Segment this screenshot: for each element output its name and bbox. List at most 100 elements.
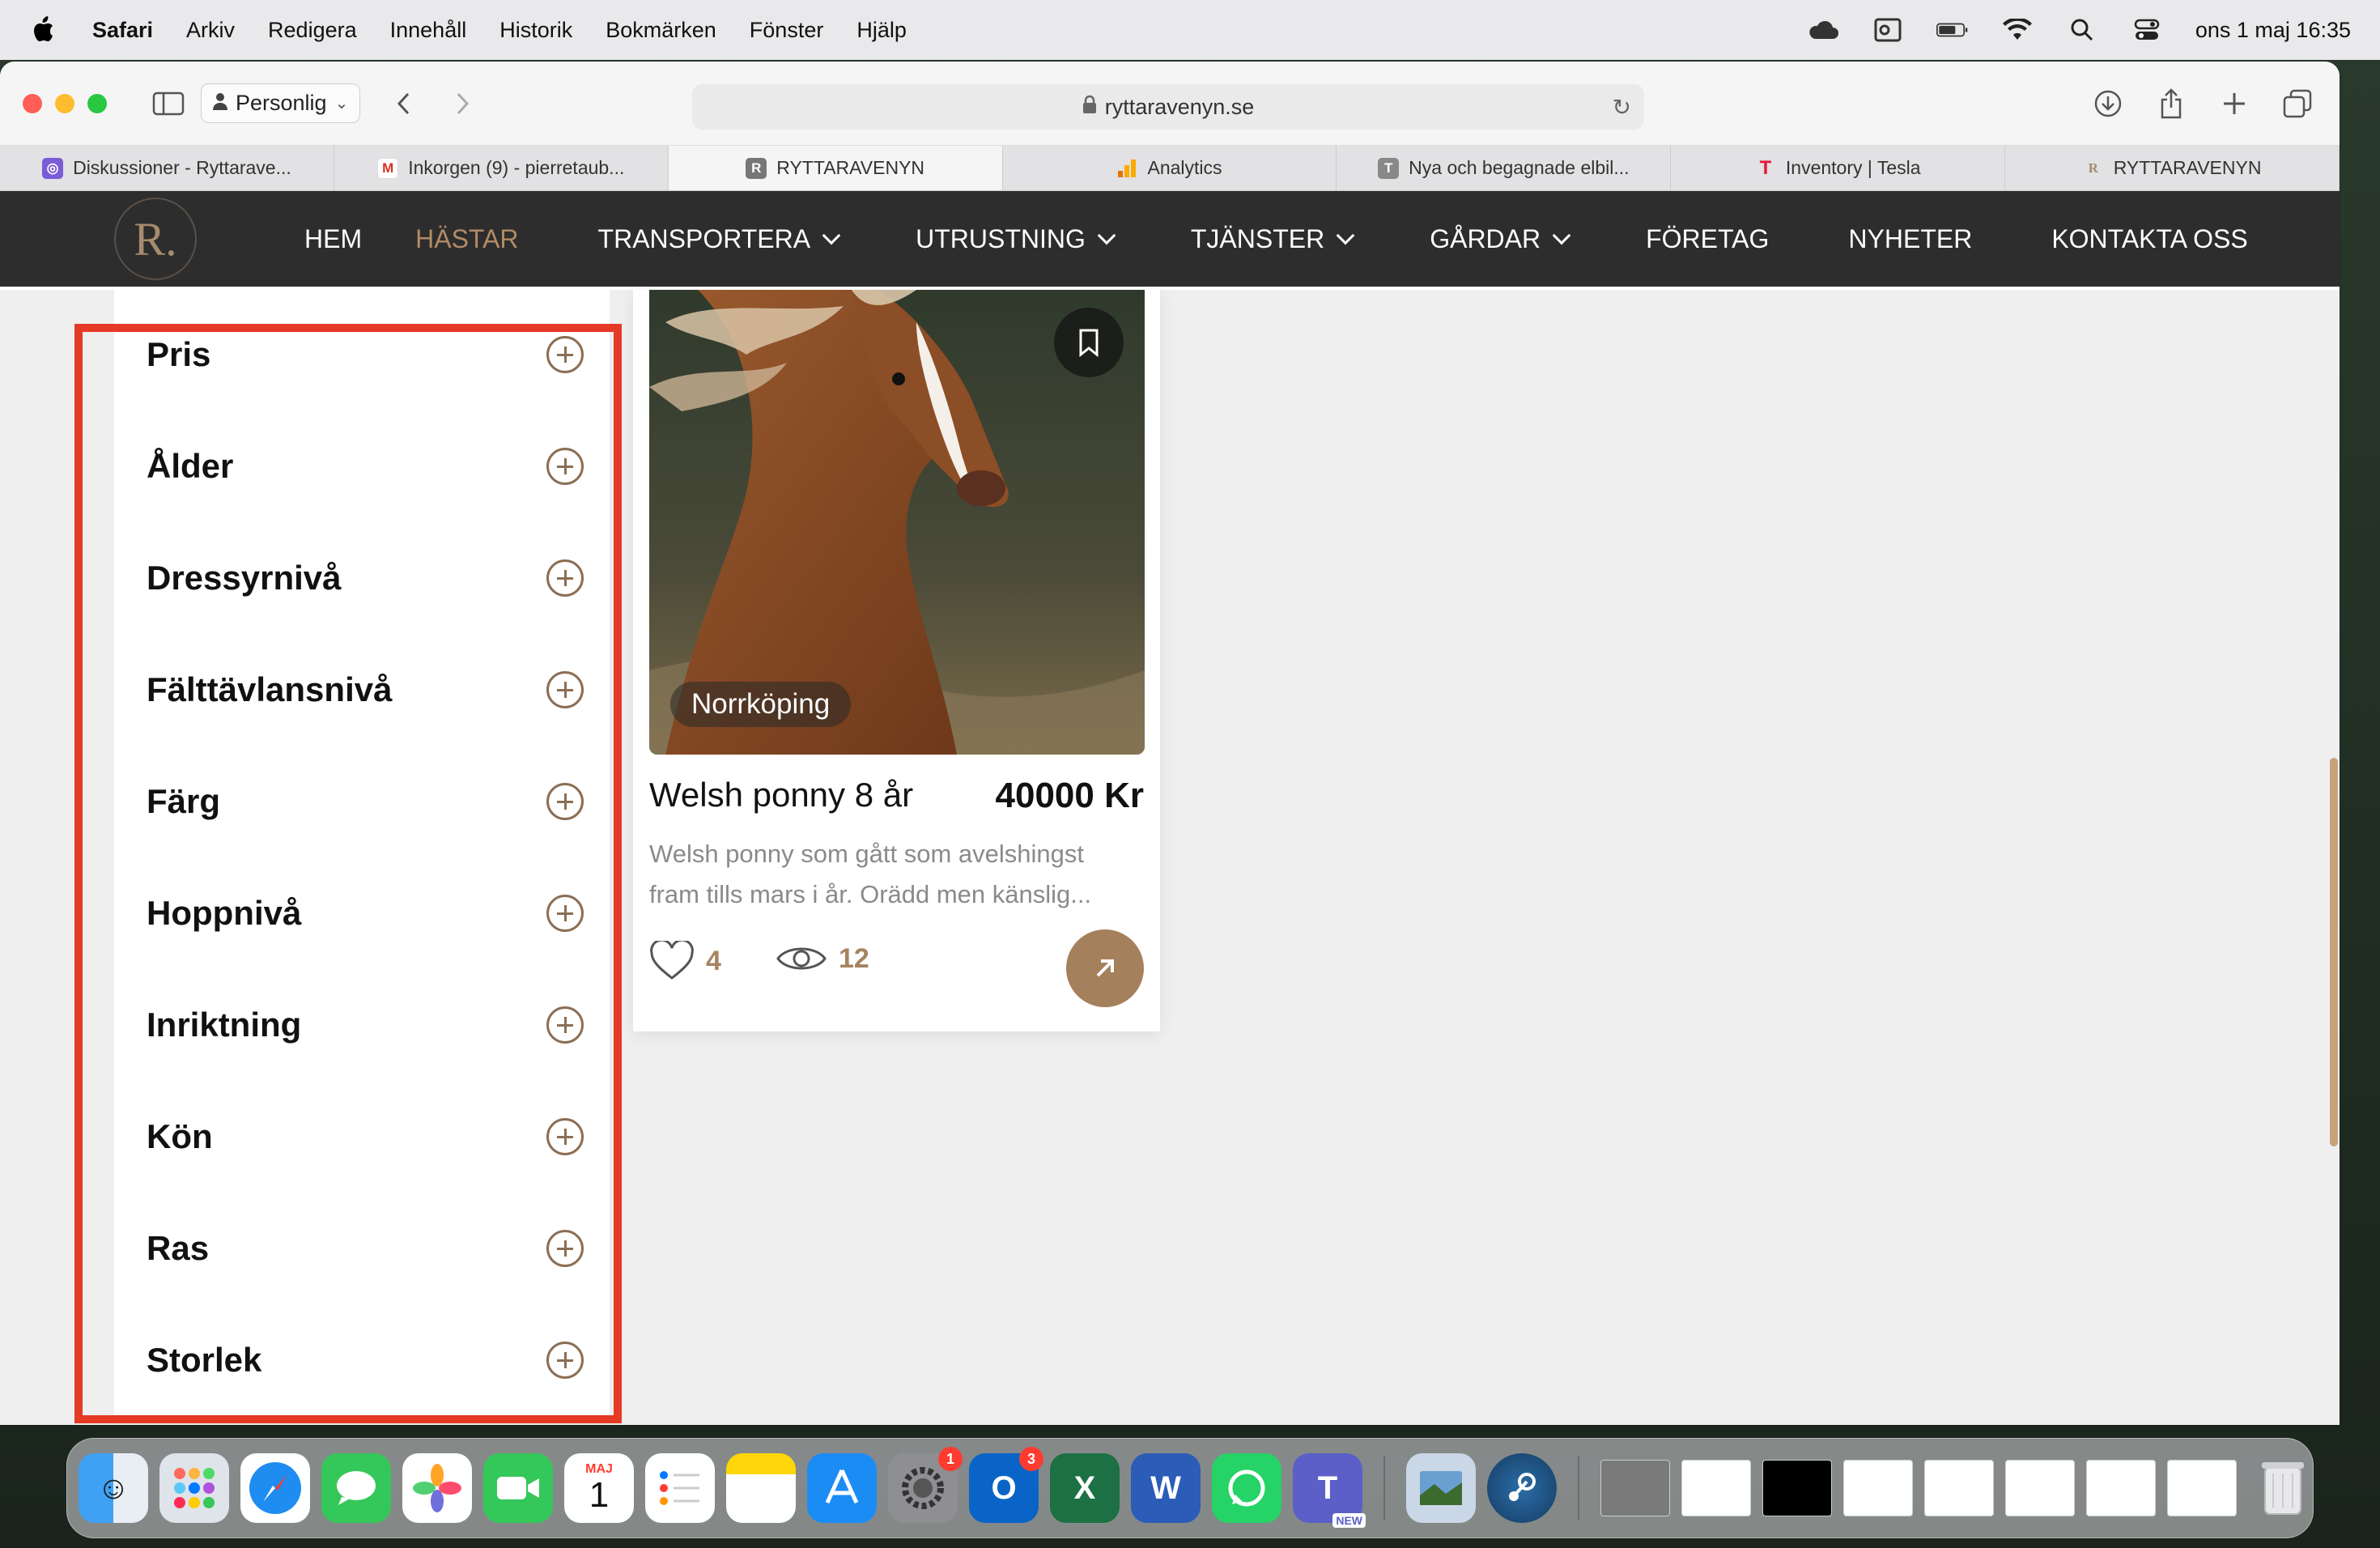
- filter-pris[interactable]: Pris: [147, 330, 584, 379]
- trash-icon[interactable]: [2248, 1453, 2318, 1523]
- word-icon[interactable]: W: [1131, 1453, 1201, 1523]
- plus-circle-icon[interactable]: [546, 1006, 584, 1044]
- nav-foretag[interactable]: FÖRETAG: [1646, 224, 1769, 254]
- forward-button[interactable]: [443, 84, 482, 123]
- finder-icon[interactable]: ☺: [79, 1453, 148, 1523]
- address-bar[interactable]: ryttaravenyn.se ↻: [692, 84, 1644, 130]
- menu-arkiv[interactable]: Arkiv: [186, 18, 235, 43]
- wifi-icon[interactable]: [2001, 14, 2034, 46]
- page-scrollbar[interactable]: [2328, 296, 2340, 1422]
- filter-farg[interactable]: Färg: [147, 777, 584, 826]
- listing-title[interactable]: Welsh ponny 8 år: [649, 776, 913, 814]
- plus-circle-icon[interactable]: [546, 448, 584, 485]
- nav-kontakta-oss[interactable]: KONTAKTA OSS: [2051, 224, 2247, 254]
- system-settings-icon[interactable]: 1: [888, 1447, 963, 1523]
- photos-icon[interactable]: [402, 1453, 472, 1523]
- fullscreen-window-button[interactable]: [87, 93, 107, 113]
- menu-redigera[interactable]: Redigera: [268, 18, 357, 43]
- nav-hastar[interactable]: HÄSTAR: [415, 224, 518, 254]
- tab-overview-icon[interactable]: [2278, 84, 2317, 123]
- listing-card[interactable]: Norrköping Welsh ponny 8 år 40000 Kr Wel…: [633, 290, 1160, 1031]
- tab-ryttaravenyn-active[interactable]: R RYTTARAVENYN: [668, 146, 1003, 190]
- profile-button[interactable]: Personlig ⌄: [201, 83, 361, 123]
- tab-tesla[interactable]: T Inventory | Tesla: [1671, 146, 2006, 190]
- plus-circle-icon[interactable]: [546, 1342, 584, 1379]
- facetime-icon[interactable]: [483, 1453, 553, 1523]
- filter-alder[interactable]: Ålder: [147, 442, 584, 491]
- filter-storlek[interactable]: Storlek: [147, 1336, 584, 1384]
- plus-circle-icon[interactable]: [546, 783, 584, 820]
- apple-icon[interactable]: [29, 14, 57, 46]
- menu-innehall[interactable]: Innehåll: [390, 18, 467, 43]
- filter-falttavlansniva[interactable]: Fälttävlansnivå: [147, 666, 584, 714]
- nav-hem[interactable]: HEM: [304, 224, 362, 254]
- site-logo[interactable]: R.: [114, 198, 197, 280]
- minimized-window-thumbnail[interactable]: [2167, 1460, 2237, 1516]
- minimized-window-thumbnail[interactable]: [1924, 1460, 1994, 1516]
- close-window-button[interactable]: [23, 93, 42, 113]
- reminders-icon[interactable]: [645, 1453, 715, 1523]
- spotlight-search-icon[interactable]: [2066, 14, 2098, 46]
- nav-utrustning[interactable]: UTRUSTNING: [916, 224, 1116, 254]
- tab-elbil[interactable]: T Nya och begagnade elbil...: [1337, 146, 1672, 190]
- notes-icon[interactable]: [726, 1453, 796, 1523]
- reload-icon[interactable]: ↻: [1613, 94, 1631, 121]
- nav-gardar[interactable]: GÅRDAR: [1430, 224, 1571, 254]
- launchpad-icon[interactable]: [159, 1453, 229, 1523]
- bookmark-button[interactable]: [1054, 308, 1124, 377]
- menubar-clock[interactable]: ons 1 maj 16:35: [2195, 18, 2351, 43]
- nav-transportera[interactable]: TRANSPORTERA: [598, 224, 841, 254]
- filter-dressyrniva[interactable]: Dressyrnivå: [147, 554, 584, 602]
- menu-fonster[interactable]: Fönster: [750, 18, 824, 43]
- nav-tjanster[interactable]: TJÄNSTER: [1191, 224, 1355, 254]
- tab-gmail[interactable]: M Inkorgen (9) - pierretaub...: [334, 146, 669, 190]
- nav-nyheter[interactable]: NYHETER: [1848, 224, 1972, 254]
- plus-circle-icon[interactable]: [546, 1118, 584, 1155]
- new-tab-icon[interactable]: [2215, 84, 2254, 123]
- likes-stat[interactable]: 4: [649, 941, 721, 981]
- plus-circle-icon[interactable]: [546, 559, 584, 597]
- menu-hjalp[interactable]: Hjälp: [856, 18, 907, 43]
- teams-icon[interactable]: T NEW: [1293, 1453, 1366, 1528]
- downloads-icon[interactable]: [2089, 84, 2127, 123]
- plus-circle-icon[interactable]: [546, 1230, 584, 1267]
- menu-historik[interactable]: Historik: [499, 18, 572, 43]
- scrollbar-thumb[interactable]: [2330, 758, 2338, 1146]
- menu-app-name[interactable]: Safari: [92, 18, 153, 43]
- minimized-window-thumbnail[interactable]: [2086, 1460, 2156, 1516]
- menu-bokmarken[interactable]: Bokmärken: [606, 18, 716, 43]
- share-icon[interactable]: [2152, 84, 2191, 123]
- battery-icon[interactable]: [1936, 14, 1969, 46]
- outlook-menu-icon[interactable]: [1872, 14, 1904, 46]
- filter-hoppniva[interactable]: Hoppnivå: [147, 889, 584, 938]
- whatsapp-icon[interactable]: [1212, 1453, 1281, 1523]
- safari-icon[interactable]: [240, 1453, 310, 1523]
- calendar-icon[interactable]: MAJ 1: [564, 1453, 634, 1523]
- open-listing-button[interactable]: [1066, 929, 1144, 1007]
- filter-kon[interactable]: Kön: [147, 1112, 584, 1161]
- steam-icon[interactable]: [1487, 1453, 1557, 1523]
- minimized-window-thumbnail[interactable]: [2005, 1460, 2075, 1516]
- control-center-icon[interactable]: [2131, 14, 2163, 46]
- plus-circle-icon[interactable]: [546, 336, 584, 373]
- sidebar-toggle-icon[interactable]: [149, 84, 188, 123]
- tab-analytics[interactable]: Analytics: [1003, 146, 1337, 190]
- filter-ras[interactable]: Ras: [147, 1224, 584, 1273]
- filter-inriktning[interactable]: Inriktning: [147, 1001, 584, 1049]
- app-store-icon[interactable]: [807, 1453, 877, 1523]
- outlook-icon[interactable]: O 3: [969, 1447, 1043, 1523]
- back-button[interactable]: [385, 84, 423, 123]
- plus-circle-icon[interactable]: [546, 895, 584, 932]
- minimize-window-button[interactable]: [55, 93, 74, 113]
- messages-icon[interactable]: [321, 1453, 391, 1523]
- preview-icon[interactable]: [1406, 1453, 1476, 1523]
- cloud-icon[interactable]: [1807, 14, 1839, 46]
- minimized-window-thumbnail[interactable]: [1762, 1460, 1832, 1516]
- minimized-window-thumbnail[interactable]: [1681, 1460, 1751, 1516]
- plus-circle-icon[interactable]: [546, 671, 584, 708]
- excel-icon[interactable]: X: [1050, 1453, 1120, 1523]
- horse-photo[interactable]: Norrköping: [649, 290, 1145, 755]
- tab-ryttaravenyn-2[interactable]: R RYTTARAVENYN: [2005, 146, 2340, 190]
- minimized-window-thumbnail[interactable]: [1600, 1460, 1670, 1516]
- tab-diskussioner[interactable]: ◎ Diskussioner - Ryttarave...: [0, 146, 334, 190]
